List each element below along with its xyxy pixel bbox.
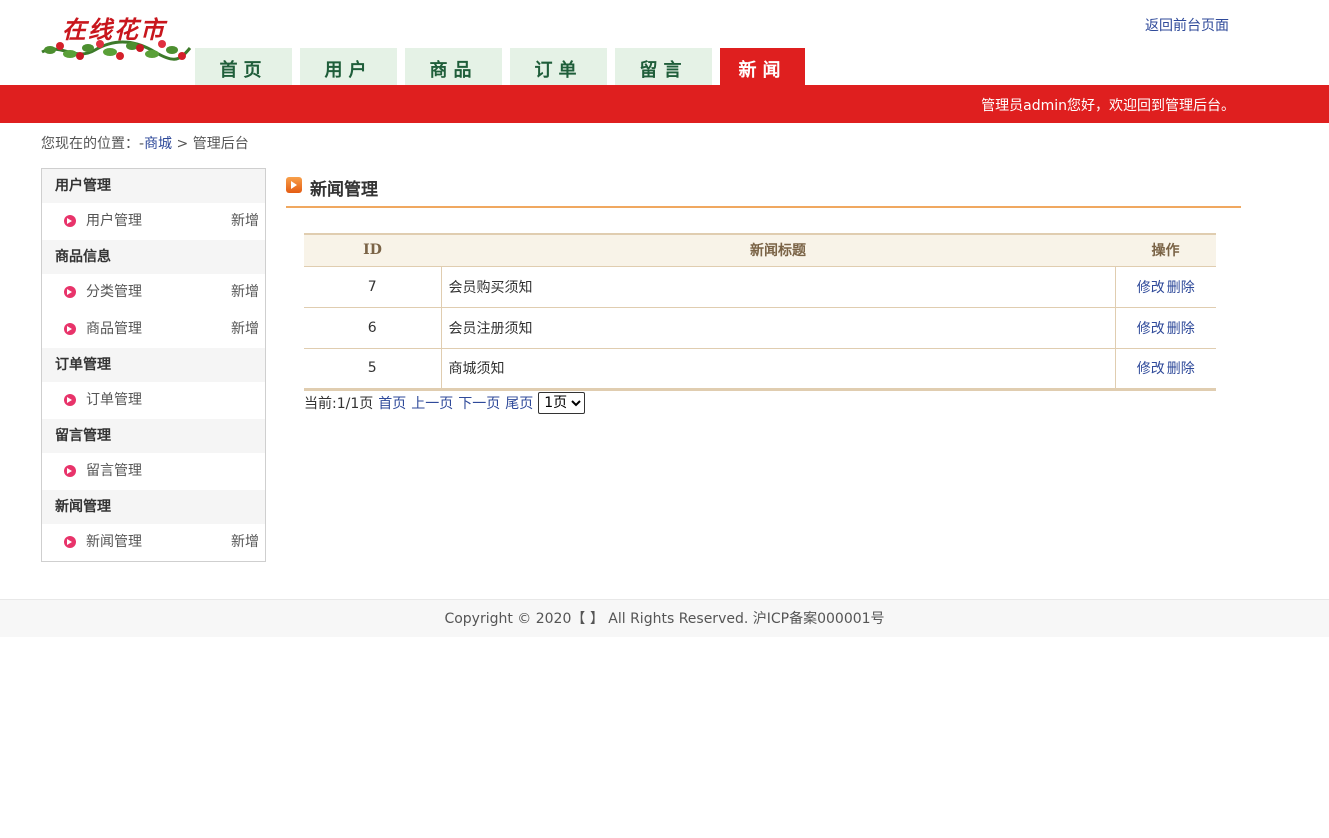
- edit-link[interactable]: 修改: [1137, 321, 1165, 337]
- delete-link[interactable]: 删除: [1167, 361, 1195, 377]
- sidebar-item-message-management[interactable]: 留言管理: [42, 453, 265, 490]
- sidebar: 用户管理 用户管理 新增 商品信息 分类管理 新增 商品管理 新增 订单管理 订…: [41, 168, 266, 562]
- page-select[interactable]: 1页: [538, 392, 586, 414]
- cell-id: 5: [304, 348, 441, 391]
- sidebar-item-news-management[interactable]: 新闻管理 新增: [42, 524, 265, 561]
- breadcrumb-prefix: 您现在的位置：-: [41, 136, 145, 152]
- sidebar-item-label[interactable]: 用户管理: [86, 203, 142, 240]
- sidebar-item-order-management[interactable]: 订单管理: [42, 382, 265, 419]
- news-table: ID 新闻标题 操作 7 会员购买须知 修改 删除 6 会员注册须知 修改 删除 5…: [304, 233, 1216, 391]
- pink-arrow-circle-icon: [64, 465, 76, 477]
- footer: Copyright © 2020【 】 All Rights Reserved.…: [0, 599, 1329, 637]
- breadcrumb: 您现在的位置：-商城 > 管理后台: [41, 133, 249, 153]
- welcome-bar: 管理员admin您好，欢迎回到管理后台。: [0, 85, 1329, 123]
- nav-tab-users[interactable]: 用户: [300, 48, 397, 86]
- sidebar-item-category-management[interactable]: 分类管理 新增: [42, 274, 265, 311]
- cell-id: 6: [304, 307, 441, 349]
- pagination-status: 当前:1/1页: [304, 396, 374, 412]
- cell-id: 7: [304, 266, 441, 308]
- site-logo[interactable]: 在线花市: [40, 8, 192, 64]
- sidebar-add-news-link[interactable]: 新增: [231, 524, 259, 561]
- column-header-actions: 操作: [1115, 233, 1216, 267]
- nav-tab-home[interactable]: 首页: [195, 48, 292, 86]
- welcome-text: 管理员admin您好，欢迎回到管理后台。: [981, 98, 1235, 114]
- pink-arrow-circle-icon: [64, 536, 76, 548]
- nav-tab-messages[interactable]: 留言: [615, 48, 712, 86]
- delete-link[interactable]: 删除: [1167, 321, 1195, 337]
- nav-tab-products[interactable]: 商品: [405, 48, 502, 86]
- sidebar-heading-products: 商品信息: [42, 240, 265, 274]
- sidebar-add-user-link[interactable]: 新增: [231, 203, 259, 240]
- sidebar-item-user-management[interactable]: 用户管理 新增: [42, 203, 265, 240]
- column-header-news-title: 新闻标题: [441, 233, 1115, 267]
- pink-arrow-circle-icon: [64, 394, 76, 406]
- sidebar-item-label[interactable]: 留言管理: [86, 453, 142, 490]
- sidebar-heading-orders: 订单管理: [42, 348, 265, 382]
- header: 在线花市 返回前台页面 首页 用户 商品 订单 留言 新闻: [0, 0, 1329, 86]
- pink-arrow-circle-icon: [64, 215, 76, 227]
- cell-actions: 修改 删除: [1114, 266, 1216, 308]
- sidebar-heading-users: 用户管理: [42, 169, 265, 203]
- prev-page-link[interactable]: 上一页: [411, 393, 453, 413]
- cell-news-title: 会员注册须知: [440, 307, 1115, 349]
- cell-news-title: 会员购买须知: [440, 266, 1115, 308]
- sidebar-item-label[interactable]: 新闻管理: [86, 524, 142, 561]
- sidebar-item-product-management[interactable]: 商品管理 新增: [42, 311, 265, 348]
- sidebar-item-label[interactable]: 分类管理: [86, 274, 142, 311]
- sidebar-item-label[interactable]: 订单管理: [86, 382, 142, 419]
- table-header-row: ID 新闻标题 操作: [304, 233, 1216, 267]
- cell-news-title: 商城须知: [440, 348, 1115, 391]
- sidebar-heading-news: 新闻管理: [42, 490, 265, 524]
- sidebar-add-product-link[interactable]: 新增: [231, 311, 259, 348]
- delete-link[interactable]: 删除: [1167, 280, 1195, 296]
- back-to-frontend-link[interactable]: 返回前台页面: [1145, 15, 1229, 35]
- nav-tab-news[interactable]: 新闻: [720, 48, 805, 86]
- edit-link[interactable]: 修改: [1137, 280, 1165, 296]
- table-row: 6 会员注册须知 修改 删除: [304, 307, 1216, 349]
- edit-link[interactable]: 修改: [1137, 361, 1165, 377]
- cell-actions: 修改 删除: [1114, 307, 1216, 349]
- cell-actions: 修改 删除: [1114, 348, 1216, 391]
- nav-tab-orders[interactable]: 订单: [510, 48, 607, 86]
- page-title: 新闻管理: [310, 180, 378, 200]
- table-row: 5 商城须知 修改 删除: [304, 348, 1216, 391]
- table-row: 7 会员购买须知 修改 删除: [304, 266, 1216, 308]
- copyright-text: Copyright © 2020【 】 All Rights Reserved.…: [444, 611, 885, 627]
- logo-text: 在线花市: [62, 15, 166, 44]
- sidebar-add-category-link[interactable]: 新增: [231, 274, 259, 311]
- orange-arrow-square-icon: [286, 177, 302, 193]
- first-page-link[interactable]: 首页: [378, 393, 406, 413]
- breadcrumb-link-mall[interactable]: 商城: [144, 136, 172, 152]
- next-page-link[interactable]: 下一页: [458, 393, 500, 413]
- pink-arrow-circle-icon: [64, 286, 76, 298]
- sidebar-heading-messages: 留言管理: [42, 419, 265, 453]
- sidebar-item-label[interactable]: 商品管理: [86, 311, 142, 348]
- breadcrumb-current: 管理后台: [192, 136, 249, 152]
- column-header-id: ID: [304, 233, 441, 267]
- breadcrumb-separator: >: [172, 136, 193, 152]
- pink-arrow-circle-icon: [64, 323, 76, 335]
- last-page-link[interactable]: 尾页: [505, 393, 533, 413]
- section-title-bar: 新闻管理: [286, 175, 1241, 208]
- pagination: 当前:1/1页 首页 上一页 下一页 尾页 1页: [304, 392, 586, 414]
- main-nav: 首页 用户 商品 订单 留言 新闻: [195, 48, 813, 86]
